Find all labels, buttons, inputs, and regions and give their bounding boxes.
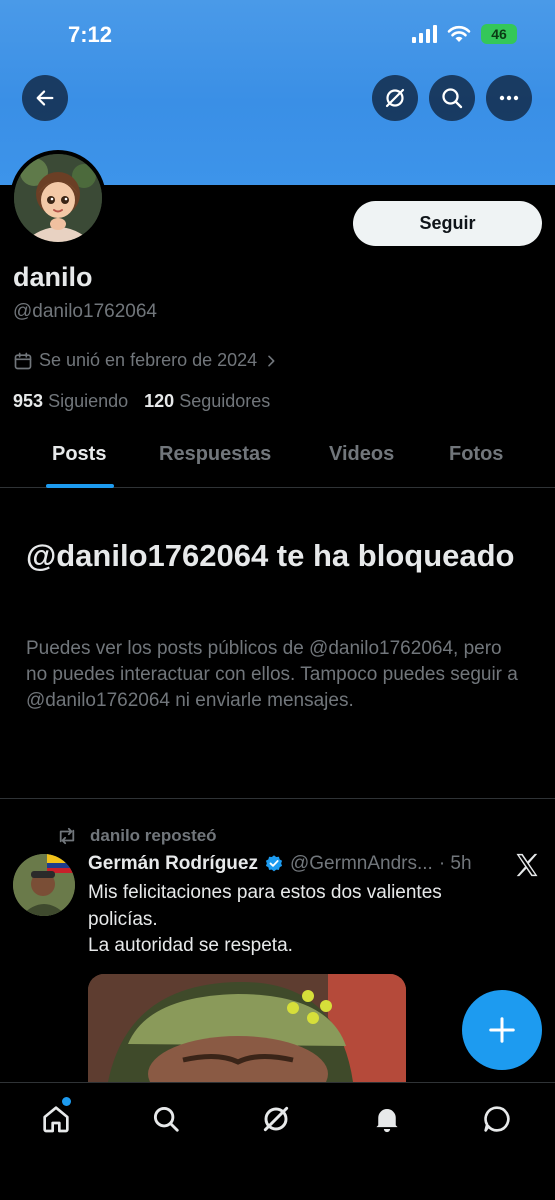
- repost-indicator: danilo reposteó: [56, 826, 217, 846]
- tab-respuestas[interactable]: Respuestas: [159, 443, 271, 466]
- profile-handle: @danilo1762064: [13, 301, 157, 322]
- battery-indicator: 46: [481, 24, 517, 44]
- calendar-icon: [14, 352, 32, 369]
- home-notification-dot: [62, 1097, 71, 1106]
- followers-link[interactable]: 120 Seguidores: [144, 391, 270, 412]
- repost-label: danilo reposteó: [90, 826, 217, 845]
- following-link[interactable]: 953 Siguiendo: [13, 391, 128, 412]
- home-icon: [43, 1106, 69, 1133]
- following-count: 953: [13, 391, 44, 411]
- wifi-icon: [447, 25, 471, 42]
- search-icon: [442, 88, 463, 109]
- more-icon: [499, 95, 519, 101]
- post-header: Germán Rodríguez @GermnAndrs... · 5h: [88, 853, 498, 875]
- nav-grok[interactable]: [256, 1099, 296, 1139]
- repost-icon: [59, 827, 75, 845]
- profile-tabs: Posts Respuestas Videos Fotos: [0, 428, 555, 488]
- post-text-line-1: Mis felicitaciones para estos dos valien…: [88, 882, 442, 930]
- back-button[interactable]: [22, 75, 68, 121]
- x-logo-icon: [516, 853, 538, 877]
- profile-display-name: danilo: [13, 262, 93, 292]
- verified-badge-icon: [265, 855, 283, 872]
- follow-counts: 953 Siguiendo 120 Seguidores: [13, 391, 270, 412]
- post-time: · 5h: [438, 853, 472, 874]
- back-arrow-icon: [36, 90, 54, 106]
- bottom-nav: [0, 1082, 555, 1200]
- status-time: 7:12: [68, 22, 113, 47]
- post-text-line-2: La autoridad se respeta.: [88, 935, 293, 957]
- blocked-description: Puedes ver los posts públicos de @danilo…: [26, 638, 518, 711]
- divider: [0, 798, 555, 799]
- nav-messages[interactable]: [477, 1099, 517, 1139]
- nav-search[interactable]: [146, 1099, 186, 1139]
- active-tab-indicator: [46, 484, 114, 488]
- nav-notifications[interactable]: [367, 1099, 407, 1139]
- signal-icon: [412, 25, 437, 43]
- tab-posts[interactable]: Posts: [52, 443, 106, 466]
- tab-videos[interactable]: Videos: [329, 443, 394, 466]
- nav-home[interactable]: [36, 1099, 76, 1139]
- blocked-title: @danilo1762064 te ha bloqueado: [26, 538, 515, 573]
- grok-icon: [385, 88, 405, 108]
- chevron-right-icon: [268, 355, 275, 366]
- profile-avatar[interactable]: [10, 150, 106, 246]
- post-author-avatar[interactable]: [13, 854, 75, 916]
- follow-button[interactable]: Seguir: [353, 201, 542, 246]
- post-author-name[interactable]: Germán Rodríguez: [88, 853, 258, 875]
- post-media[interactable]: [88, 974, 406, 1082]
- grok-button[interactable]: [372, 75, 418, 121]
- status-bar: 7:12 46: [0, 0, 555, 70]
- compose-post-button[interactable]: [462, 990, 542, 1070]
- followers-count: 120: [144, 391, 175, 411]
- status-icons: 46: [412, 24, 517, 44]
- more-button[interactable]: [486, 75, 532, 121]
- search-button[interactable]: [429, 75, 475, 121]
- post-text: Mis felicitaciones para estos dos valien…: [88, 880, 508, 960]
- grok-icon: [263, 1106, 289, 1132]
- followers-label: Seguidores: [179, 391, 271, 411]
- search-icon: [153, 1106, 179, 1132]
- messages-icon: [484, 1106, 510, 1132]
- post-author-handle[interactable]: @GermnAndrs...: [290, 853, 433, 875]
- tab-fotos[interactable]: Fotos: [449, 443, 503, 466]
- notifications-icon: [376, 1109, 398, 1133]
- joined-date[interactable]: Se unió en febrero de 2024: [13, 350, 279, 371]
- plus-icon: [489, 1017, 515, 1043]
- joined-label: Se unió en febrero de 2024: [39, 350, 258, 370]
- following-label: Siguiendo: [48, 391, 129, 411]
